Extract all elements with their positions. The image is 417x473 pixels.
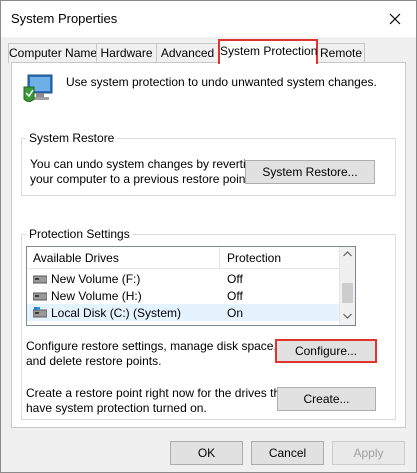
scroll-down-icon[interactable] <box>343 313 352 319</box>
scroll-thumb[interactable] <box>342 283 353 303</box>
hard-drive-icon <box>33 292 47 301</box>
drive-protection-status: Off <box>227 272 243 286</box>
create-description: Create a restore point right now for the… <box>26 386 290 416</box>
column-separator <box>219 247 220 269</box>
title-bar: System Properties <box>1 1 416 37</box>
system-restore-label: System Restore <box>26 131 118 145</box>
tab-advanced[interactable]: Advanced <box>156 43 219 63</box>
drives-list[interactable]: Available Drives Protection New Volume (… <box>26 246 356 326</box>
drive-protection-status: Off <box>227 289 243 303</box>
apply-button[interactable]: Apply <box>332 441 405 465</box>
ok-button[interactable]: OK <box>170 441 243 465</box>
drive-protection-status: On <box>227 306 244 320</box>
system-restore-desc-line1: You can undo system changes by reverting <box>30 157 260 171</box>
drive-row-f[interactable]: New Volume (F:) Off <box>27 270 339 287</box>
system-restore-description: You can undo system changes by reverting… <box>30 157 259 187</box>
drive-name: New Volume (H:) <box>51 289 142 303</box>
tab-hardware[interactable]: Hardware <box>96 43 157 63</box>
configure-button[interactable]: Configure... <box>275 339 377 363</box>
drives-list-scrollbar[interactable] <box>339 247 355 325</box>
configure-desc-line1: Configure restore settings, manage disk … <box>26 339 277 353</box>
column-protection[interactable]: Protection <box>227 251 281 265</box>
configure-desc-line2: and delete restore points. <box>26 354 162 368</box>
drive-name: New Volume (F:) <box>51 272 141 286</box>
scroll-up-icon[interactable] <box>343 251 352 257</box>
configure-description: Configure restore settings, manage disk … <box>26 339 277 369</box>
protection-settings-label: Protection Settings <box>26 227 133 241</box>
drive-row-c[interactable]: Local Disk (C:) (System) On <box>27 304 339 321</box>
create-desc-line1: Create a restore point right now for the… <box>26 386 291 400</box>
close-button[interactable] <box>380 5 410 33</box>
system-restore-button[interactable]: System Restore... <box>245 160 375 184</box>
tab-strip: Computer Name Hardware Advanced System P… <box>1 37 416 64</box>
column-available-drives[interactable]: Available Drives <box>33 251 119 265</box>
drives-list-header: Available Drives Protection <box>27 247 339 269</box>
drive-row-h[interactable]: New Volume (H:) Off <box>27 287 339 304</box>
create-button[interactable]: Create... <box>277 387 376 411</box>
system-properties-window: System Properties Computer Name Hardware… <box>0 0 417 473</box>
close-icon <box>389 13 401 25</box>
system-protection-panel: Use system protection to undo unwanted s… <box>11 62 406 428</box>
hard-drive-icon <box>33 275 47 284</box>
tab-computer-name[interactable]: Computer Name <box>8 43 97 63</box>
system-protection-icon <box>23 74 53 102</box>
header-description: Use system protection to undo unwanted s… <box>66 75 377 89</box>
window-title: System Properties <box>11 11 118 26</box>
system-drive-icon <box>33 307 47 318</box>
create-desc-line2: have system protection turned on. <box>26 401 207 415</box>
system-restore-desc-line2: your computer to a previous restore poin… <box>30 172 253 186</box>
cancel-button[interactable]: Cancel <box>251 441 324 465</box>
tab-remote[interactable]: Remote <box>317 43 365 63</box>
drive-name: Local Disk (C:) (System) <box>51 306 182 320</box>
tab-system-protection[interactable]: System Protection <box>218 39 318 64</box>
